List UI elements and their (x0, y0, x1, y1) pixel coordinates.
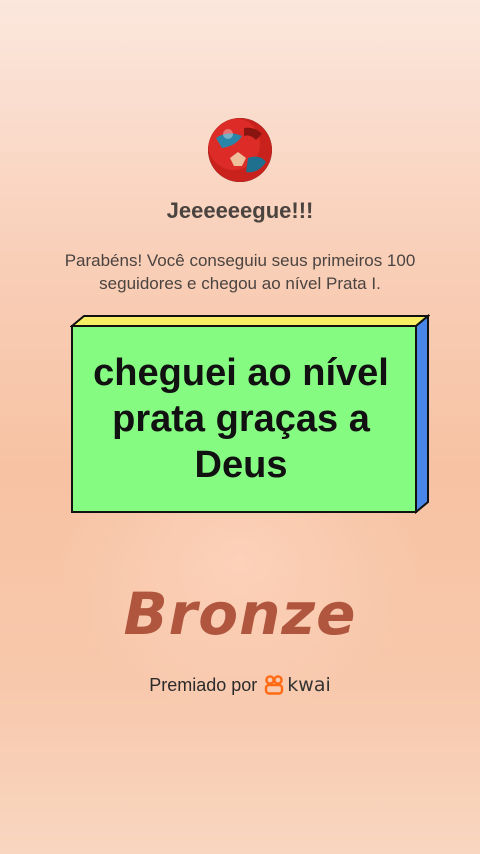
kwai-brand-name: kwai (287, 674, 331, 696)
text-sticker[interactable]: cheguei ao nível prata graças a Deus (70, 314, 430, 516)
kwai-logo[interactable]: kwai (264, 674, 331, 696)
level-name: Bronze (123, 580, 357, 648)
soccer-ball-icon (208, 118, 272, 182)
award-label: Premiado por (149, 674, 258, 695)
kwai-logo-icon (265, 675, 284, 695)
congratulations-message: Parabéns! Você conseguiu seus primeiros … (64, 251, 416, 293)
page-title: Jeeeeeegue!!! (166, 198, 314, 223)
award-credit: Premiado por kwai (0, 674, 480, 696)
sticker-text: cheguei ao nível prata graças a Deus (93, 352, 389, 486)
